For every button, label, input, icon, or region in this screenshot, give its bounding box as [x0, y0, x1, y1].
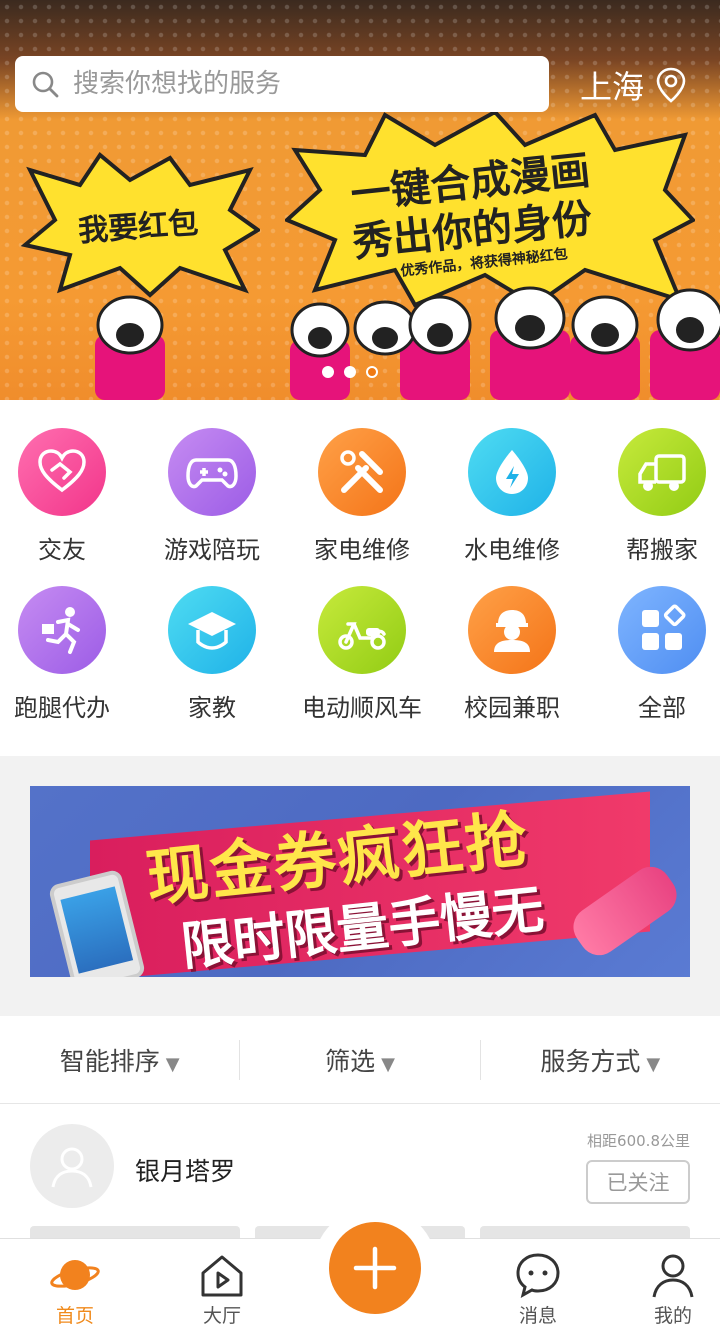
category-dating[interactable]: 交友 — [0, 428, 134, 565]
banner-crowd-illustration — [95, 286, 720, 400]
plus-icon — [353, 1246, 397, 1290]
carousel-dot[interactable] — [344, 366, 356, 378]
category-plumbing-electric[interactable]: 水电维修 — [440, 428, 584, 565]
category-label: 家教 — [188, 694, 236, 722]
chat-bubble-icon — [516, 1253, 560, 1298]
caret-down-icon: ▼ — [165, 1053, 180, 1075]
worker-icon — [468, 586, 556, 674]
location-pin-icon — [656, 67, 686, 103]
filter-dropdown[interactable]: 筛选 ▼ — [240, 1042, 479, 1078]
tab-label: 我的 — [653, 1305, 692, 1327]
app-screen: 我要红包 一键合成漫画 秀出你的身份 优秀作品，将获得神秘红包 上海 — [0, 0, 720, 1334]
category-label: 电动顺风车 — [302, 694, 422, 722]
category-grid: 交友 游戏陪玩 家电维修 水电维修 帮搬家 跑腿代办 家教 电动顺风车 校园兼职… — [0, 400, 720, 756]
category-label: 水电维修 — [464, 536, 560, 564]
category-appliance-repair[interactable]: 家电维修 — [290, 428, 434, 565]
category-all[interactable]: 全部 — [590, 586, 720, 723]
grid-all-icon — [618, 586, 706, 674]
banner-red-packet-text: 我要红包 — [77, 205, 200, 250]
graduation-cap-icon — [168, 586, 256, 674]
hero-banner[interactable]: 我要红包 一键合成漫画 秀出你的身份 优秀作品，将获得神秘红包 上海 — [0, 0, 720, 400]
avatar[interactable] — [30, 1124, 114, 1208]
gamepad-icon — [168, 428, 256, 516]
carousel-dot[interactable] — [322, 366, 334, 378]
tab-messages[interactable]: 消息 — [483, 1239, 593, 1334]
category-label: 全部 — [638, 694, 686, 722]
sort-label: 智能排序 — [59, 1046, 160, 1076]
follow-button[interactable]: 已关注 — [586, 1160, 690, 1204]
publish-button[interactable] — [329, 1222, 421, 1314]
sort-dropdown[interactable]: 智能排序 ▼ — [0, 1042, 239, 1078]
house-play-icon — [201, 1255, 243, 1297]
caret-down-icon: ▼ — [646, 1053, 661, 1075]
promo-banner[interactable]: 现金券疯狂抢 限时限量手慢无 — [30, 786, 690, 977]
city-name: 上海 — [580, 68, 645, 106]
category-label: 校园兼职 — [464, 694, 560, 722]
tab-hall[interactable]: 大厅 — [167, 1239, 277, 1334]
tab-mine[interactable]: 我的 — [618, 1239, 720, 1334]
planet-icon — [50, 1260, 100, 1290]
category-label: 帮搬家 — [626, 536, 698, 564]
carousel-indicator[interactable] — [322, 366, 378, 378]
truck-icon — [618, 428, 706, 516]
tools-icon — [318, 428, 406, 516]
search-bar[interactable] — [15, 56, 549, 112]
tab-label: 消息 — [518, 1305, 557, 1327]
user-icon — [652, 1254, 694, 1298]
search-input[interactable] — [73, 69, 513, 99]
filter-label: 筛选 — [325, 1046, 376, 1076]
category-campus-parttime[interactable]: 校园兼职 — [440, 586, 584, 723]
tab-label: 首页 — [55, 1305, 94, 1327]
category-label: 跑腿代办 — [14, 694, 110, 722]
category-label: 交友 — [38, 536, 86, 564]
tab-label: 大厅 — [202, 1305, 241, 1327]
provider-name[interactable]: 银月塔罗 — [135, 1152, 235, 1188]
caret-down-icon: ▼ — [381, 1053, 395, 1075]
scooter-icon — [318, 586, 406, 674]
category-label: 游戏陪玩 — [164, 536, 260, 564]
user-placeholder-icon — [51, 1147, 93, 1188]
search-icon — [32, 71, 59, 98]
service-mode-label: 服务方式 — [540, 1046, 641, 1076]
category-errands[interactable]: 跑腿代办 — [0, 586, 134, 723]
category-label: 家电维修 — [314, 536, 410, 564]
tab-home[interactable]: 首页 — [20, 1239, 130, 1334]
carousel-dot-active[interactable] — [366, 366, 378, 378]
category-moving[interactable]: 帮搬家 — [590, 428, 720, 565]
category-ebike-ride[interactable]: 电动顺风车 — [290, 586, 434, 723]
category-gaming[interactable]: 游戏陪玩 — [140, 428, 284, 565]
filter-bar: 智能排序 ▼ 筛选 ▼ 服务方式 ▼ — [0, 1016, 720, 1104]
distance-text: 相距600.8公里 — [587, 1132, 690, 1150]
handshake-heart-icon — [18, 428, 106, 516]
category-tutoring[interactable]: 家教 — [140, 586, 284, 723]
water-lightning-icon — [468, 428, 556, 516]
runner-icon — [18, 586, 106, 674]
service-mode-dropdown[interactable]: 服务方式 ▼ — [481, 1042, 720, 1078]
location-selector[interactable]: 上海 — [580, 62, 686, 108]
